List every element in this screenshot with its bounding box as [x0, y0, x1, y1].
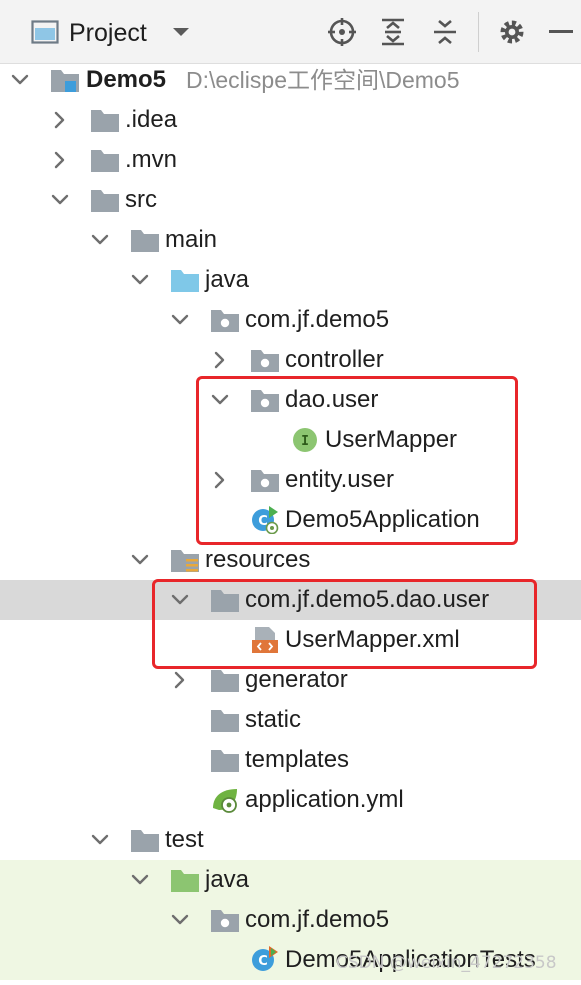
test-source-folder-icon: [170, 866, 200, 894]
expand-arrow-icon[interactable]: [130, 270, 150, 290]
folder-icon: [130, 826, 160, 854]
tree-row-test-package[interactable]: com.jf.demo5: [0, 900, 581, 940]
tree-row-main[interactable]: main: [0, 220, 581, 260]
tree-label: .idea: [125, 106, 178, 133]
tree-label: generator: [245, 666, 348, 693]
tree-row-controller[interactable]: controller: [0, 340, 581, 380]
package-icon: [210, 306, 240, 334]
collapse-all-icon[interactable]: [427, 14, 463, 50]
tree-label: static: [245, 706, 302, 733]
test-class-icon: [250, 946, 280, 974]
tree-row-static[interactable]: static: [0, 700, 581, 740]
tree-row-demo5application[interactable]: Demo5Application: [0, 500, 581, 540]
tree-row-res-package[interactable]: com.jf.demo5.dao.user: [0, 580, 581, 620]
spring-config-icon: [210, 786, 240, 814]
folder-icon: [130, 226, 160, 254]
tree-row-generator[interactable]: generator: [0, 660, 581, 700]
folder-icon: [90, 106, 120, 134]
package-icon: [250, 386, 280, 414]
collapse-arrow-icon[interactable]: [210, 470, 230, 490]
tree-row-resources[interactable]: resources: [0, 540, 581, 580]
collapse-arrow-icon[interactable]: [210, 350, 230, 370]
expand-arrow-icon[interactable]: [170, 590, 190, 610]
package-icon: [210, 906, 240, 934]
tree-label: templates: [245, 746, 350, 773]
project-view-icon[interactable]: [30, 14, 60, 50]
tree-label: application.yml: [245, 786, 404, 813]
collapse-arrow-icon[interactable]: [50, 150, 70, 170]
tree-row-usermapper[interactable]: UserMapper: [0, 420, 581, 460]
tree-label: main: [165, 226, 218, 253]
xml-file-icon: [250, 626, 280, 654]
project-name: Demo5: [86, 66, 167, 93]
tree-label: java: [205, 866, 250, 893]
folder-icon: [210, 666, 240, 694]
hide-icon[interactable]: [546, 14, 576, 50]
project-toolbar: Project: [0, 0, 581, 64]
tree-row-package[interactable]: com.jf.demo5: [0, 300, 581, 340]
tree-label: test: [165, 826, 204, 853]
expand-arrow-icon[interactable]: [10, 70, 30, 90]
tree-label: controller: [285, 346, 384, 373]
tree-row-demo5[interactable]: Demo5 D:\eclispe工作空间\Demo5: [0, 60, 581, 100]
tree-label: UserMapper.xml: [285, 626, 460, 653]
expand-arrow-icon[interactable]: [170, 910, 190, 930]
expand-arrow-icon[interactable]: [90, 830, 110, 850]
tree-row-usermapper-xml[interactable]: UserMapper.xml: [0, 620, 581, 660]
folder-icon: [210, 706, 240, 734]
tree-row-mvn[interactable]: .mvn: [0, 140, 581, 180]
tree-row-templates[interactable]: templates: [0, 740, 581, 780]
package-icon: [250, 466, 280, 494]
tree-label: entity.user: [285, 466, 394, 493]
tree-label: resources: [205, 546, 311, 573]
tree-label: UserMapper: [325, 426, 458, 453]
spring-boot-class-icon: [250, 506, 280, 534]
settings-icon[interactable]: [494, 14, 530, 50]
tree-label: com.jf.demo5: [245, 306, 390, 333]
expand-arrow-icon[interactable]: [130, 870, 150, 890]
source-folder-icon: [170, 266, 200, 294]
folder-icon: [90, 146, 120, 174]
tree-label: Demo5Application: [285, 506, 480, 533]
tree-row-idea[interactable]: .idea: [0, 100, 581, 140]
package-icon: [250, 346, 280, 374]
tree-row-dao-user[interactable]: dao.user: [0, 380, 581, 420]
folder-icon: [210, 586, 240, 614]
tree-row-entity-user[interactable]: entity.user: [0, 460, 581, 500]
tree-row-application-yml[interactable]: application.yml: [0, 780, 581, 820]
tree-label: com.jf.demo5.dao.user: [245, 586, 490, 613]
tree-label: src: [125, 186, 157, 213]
project-path: D:\eclispe工作空间\Demo5: [186, 67, 460, 93]
tree-label: com.jf.demo5: [245, 906, 390, 933]
module-folder-icon: [50, 66, 80, 94]
expand-arrow-icon[interactable]: [90, 230, 110, 250]
collapse-arrow-icon[interactable]: [50, 110, 70, 130]
tree-label: java: [205, 266, 250, 293]
tree-row-java[interactable]: java: [0, 260, 581, 300]
expand-arrow-icon[interactable]: [130, 550, 150, 570]
watermark: CSDN @weixin_47272358: [336, 953, 557, 973]
folder-icon: [210, 746, 240, 774]
tree-label: dao.user: [285, 386, 379, 413]
folder-icon: [90, 186, 120, 214]
expand-arrow-icon[interactable]: [50, 190, 70, 210]
locate-icon[interactable]: [324, 14, 360, 50]
expand-all-icon[interactable]: [375, 14, 411, 50]
tree-label: .mvn: [125, 146, 178, 173]
toolbar-separator: [478, 12, 479, 52]
resources-folder-icon: [170, 546, 200, 574]
tree-row-test[interactable]: test: [0, 820, 581, 860]
interface-icon: [290, 426, 320, 454]
view-title[interactable]: Project: [69, 15, 147, 51]
tree-row-src[interactable]: src: [0, 180, 581, 220]
tree-row-test-java[interactable]: java: [0, 860, 581, 900]
expand-arrow-icon[interactable]: [210, 390, 230, 410]
dropdown-icon[interactable]: [168, 14, 194, 50]
collapse-arrow-icon[interactable]: [170, 670, 190, 690]
expand-arrow-icon[interactable]: [170, 310, 190, 330]
